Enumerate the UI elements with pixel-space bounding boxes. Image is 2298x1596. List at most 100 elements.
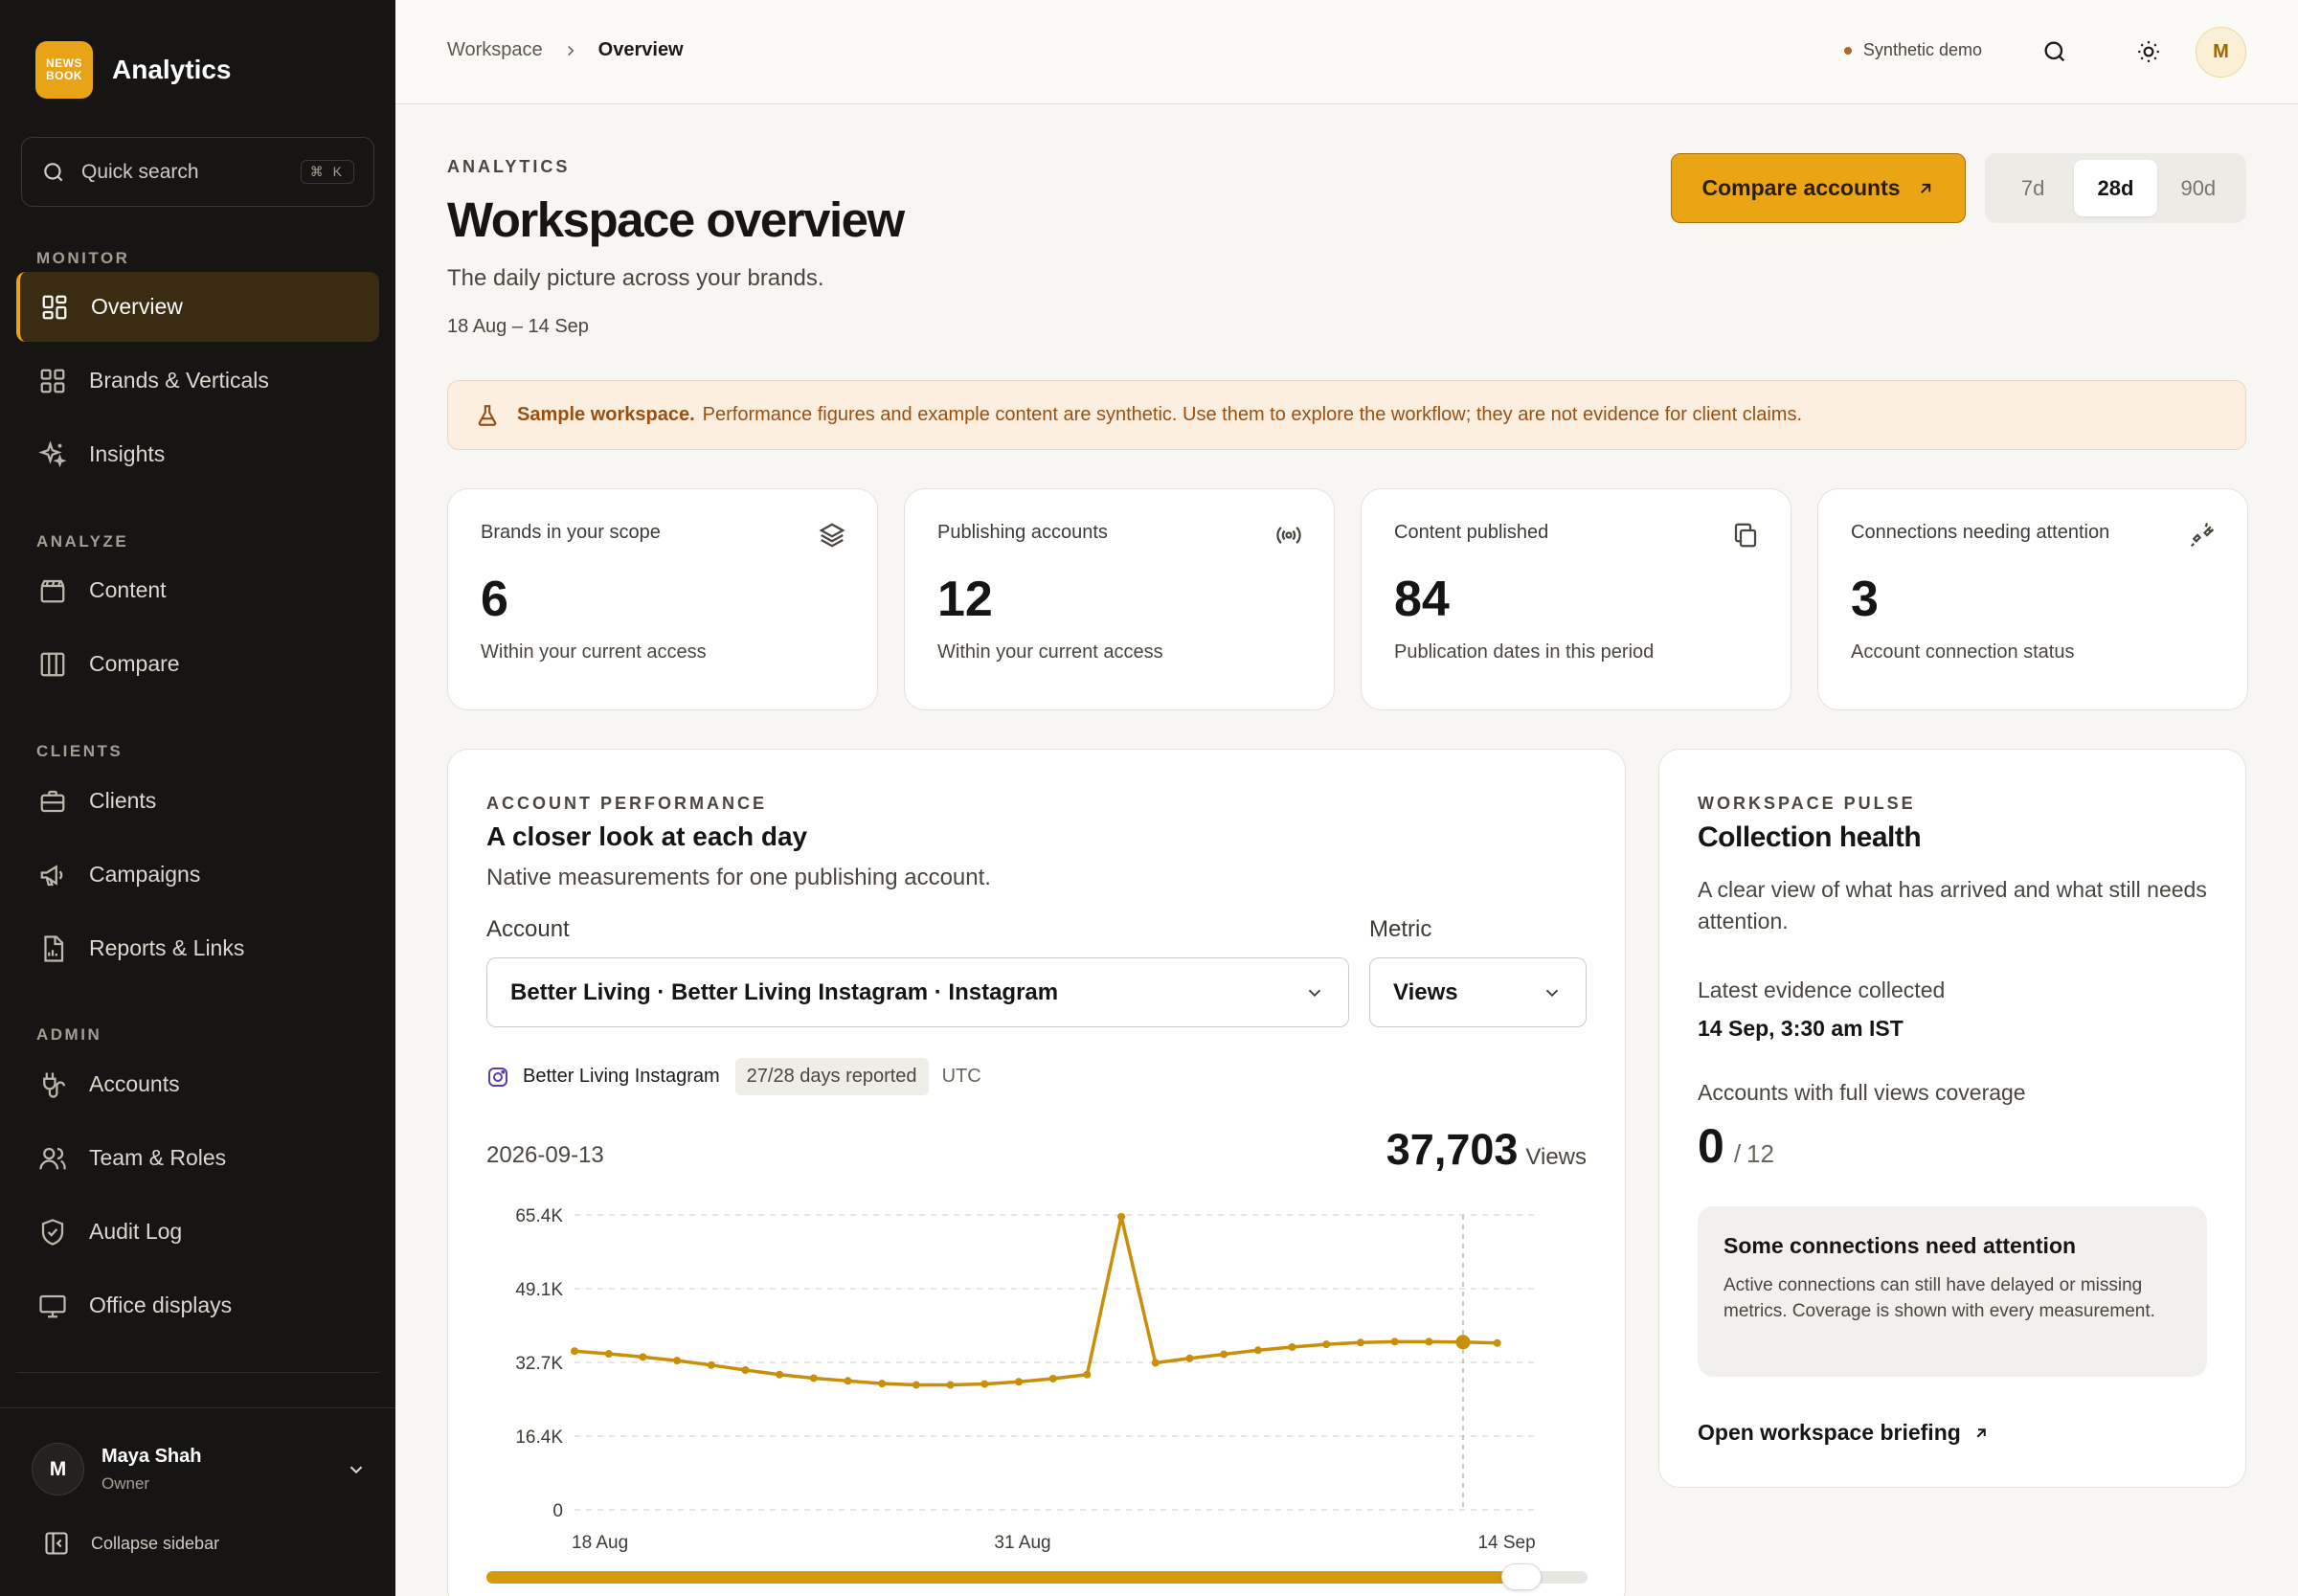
data-point — [1322, 1340, 1331, 1349]
data-point — [844, 1377, 852, 1385]
kpi-label: Publishing accounts — [937, 522, 1108, 543]
kpi-card-brands: Brands in your scope 6 Within your curre… — [447, 488, 878, 710]
compare-accounts-button[interactable]: Compare accounts — [1671, 153, 1966, 223]
banner-title: Sample workspace. — [517, 404, 695, 425]
sidebar-item-compare[interactable]: Compare — [16, 629, 379, 699]
data-point — [1493, 1338, 1501, 1347]
data-point — [980, 1380, 989, 1388]
attention-callout: Some connections need attention Active c… — [1698, 1206, 2207, 1377]
data-point — [1220, 1350, 1228, 1359]
chevron-right-icon — [562, 42, 579, 59]
breadcrumb-overview: Overview — [597, 39, 684, 60]
sidebar-item-insights[interactable]: Insights — [16, 419, 379, 489]
kpi-label: Connections needing attention — [1851, 522, 2110, 543]
collapse-sidebar-button[interactable]: Collapse sidebar — [43, 1530, 219, 1557]
coverage-value: 0 / 12 — [1698, 1118, 1774, 1174]
squares-icon — [37, 366, 68, 396]
kpi-label: Content published — [1394, 522, 1549, 543]
kpi-note: Publication dates in this period — [1394, 641, 1655, 663]
briefcase-icon — [37, 786, 68, 817]
breadcrumb-workspace[interactable]: Workspace — [447, 39, 543, 61]
quick-search[interactable]: Quick search ⌘ K — [21, 137, 374, 207]
sidebar-divider — [16, 1372, 379, 1373]
demo-status-badge: Synthetic demo — [1843, 40, 1982, 60]
user-menu[interactable]: M Maya Shah Owner — [32, 1443, 367, 1495]
plug-icon — [37, 1069, 68, 1100]
data-point — [707, 1360, 715, 1369]
sidebar-item-reports-links[interactable]: Reports & Links — [16, 913, 379, 983]
y-tick-label: 49.1K — [515, 1280, 563, 1300]
clapperboard-icon — [37, 575, 68, 606]
data-point — [1356, 1338, 1364, 1347]
kpi-note: Within your current access — [481, 641, 707, 663]
brand[interactable]: NEWS BOOK Analytics — [35, 41, 232, 99]
coverage-count: 0 — [1698, 1119, 1724, 1173]
sidebar-item-office-displays[interactable]: Office displays — [16, 1270, 379, 1340]
sidebar: NEWS BOOK Analytics Quick search ⌘ K MON… — [0, 0, 395, 1596]
page-subtitle: The daily picture across your brands. — [447, 265, 824, 291]
monitor-icon — [37, 1291, 68, 1321]
theme-toggle-button[interactable] — [2130, 34, 2167, 70]
x-tick-label: 14 Sep — [1477, 1533, 1535, 1553]
y-tick-label: 32.7K — [515, 1354, 563, 1374]
banner-text: Performance figures and example content … — [702, 404, 1802, 425]
megaphone-icon — [37, 860, 68, 890]
briefing-link-label: Open workspace briefing — [1698, 1420, 1961, 1445]
open-workspace-briefing-link[interactable]: Open workspace briefing — [1698, 1420, 1990, 1446]
sidebar-item-label: Office displays — [89, 1293, 233, 1317]
sidebar-item-brands-verticals[interactable]: Brands & Verticals — [16, 346, 379, 416]
sidebar-item-label: Insights — [89, 441, 166, 466]
report-icon — [37, 933, 68, 964]
kpi-card-content-published: Content published 84 Publication dates i… — [1361, 488, 1791, 710]
sidebar-item-clients[interactable]: Clients — [16, 766, 379, 836]
attention-title: Some connections need attention — [1724, 1233, 2077, 1258]
nav-section-admin: ADMIN — [36, 1025, 102, 1044]
columns-icon — [37, 649, 68, 680]
sidebar-item-accounts[interactable]: Accounts — [16, 1049, 379, 1119]
arrow-up-right-icon — [1916, 179, 1935, 198]
data-point — [604, 1350, 613, 1359]
top-bar: Workspace Overview Synthetic demo M — [395, 0, 2298, 104]
coverage-label: Accounts with full views coverage — [1698, 1080, 2026, 1105]
data-point — [1015, 1378, 1023, 1386]
demo-label: Synthetic demo — [1862, 40, 1982, 59]
sidebar-item-label: Audit Log — [89, 1219, 183, 1244]
unplug-icon — [2188, 521, 2217, 550]
date-range-slider-handle[interactable] — [1501, 1563, 1542, 1590]
data-point — [809, 1374, 818, 1382]
sidebar-item-label: Brands & Verticals — [89, 368, 269, 393]
sidebar-item-campaigns[interactable]: Campaigns — [16, 840, 379, 910]
shortcut-hint: ⌘ K — [300, 160, 354, 184]
sidebar-item-team-roles[interactable]: Team & Roles — [16, 1123, 379, 1193]
y-tick-label: 0 — [552, 1501, 563, 1521]
sidebar-item-label: Reports & Links — [89, 935, 245, 960]
kpi-value: 3 — [1851, 572, 1879, 627]
sidebar-item-content[interactable]: Content — [16, 555, 379, 625]
period-option-90d[interactable]: 90d — [2157, 160, 2240, 216]
nav-section-clients: CLIENTS — [36, 742, 124, 760]
avatar[interactable]: M — [2196, 27, 2246, 78]
logo-text-bottom: BOOK — [46, 69, 82, 82]
user-role: Owner — [101, 1473, 150, 1493]
kpi-value: 6 — [481, 572, 508, 627]
sidebar-item-audit-log[interactable]: Audit Log — [16, 1197, 379, 1267]
app-logo: NEWS BOOK — [35, 41, 93, 99]
coverage-total: 12 — [1746, 1139, 1774, 1168]
data-point — [639, 1353, 647, 1361]
sidebar-item-label: Clients — [89, 788, 157, 813]
users-icon — [37, 1143, 68, 1174]
coverage-separator: / — [1733, 1139, 1742, 1168]
sidebar-item-label: Compare — [89, 651, 180, 676]
date-range-slider[interactable] — [486, 1563, 1588, 1590]
sparkles-icon — [37, 439, 68, 470]
kpi-note: Within your current access — [937, 641, 1163, 663]
search-button[interactable] — [2037, 34, 2073, 70]
data-point — [1151, 1359, 1160, 1367]
data-point — [1390, 1337, 1399, 1346]
x-tick-label: 18 Aug — [572, 1533, 628, 1553]
period-option-7d[interactable]: 7d — [1992, 160, 2074, 216]
views-line-chart[interactable]: 65.4K 49.1K 32.7K 16.4K 0 18 Aug 31 Aug 14 Sep — [448, 750, 1627, 1596]
period-option-28d[interactable]: 28d — [2074, 160, 2157, 216]
sidebar-item-overview[interactable]: Overview — [16, 272, 379, 342]
shield-check-icon — [37, 1217, 68, 1248]
